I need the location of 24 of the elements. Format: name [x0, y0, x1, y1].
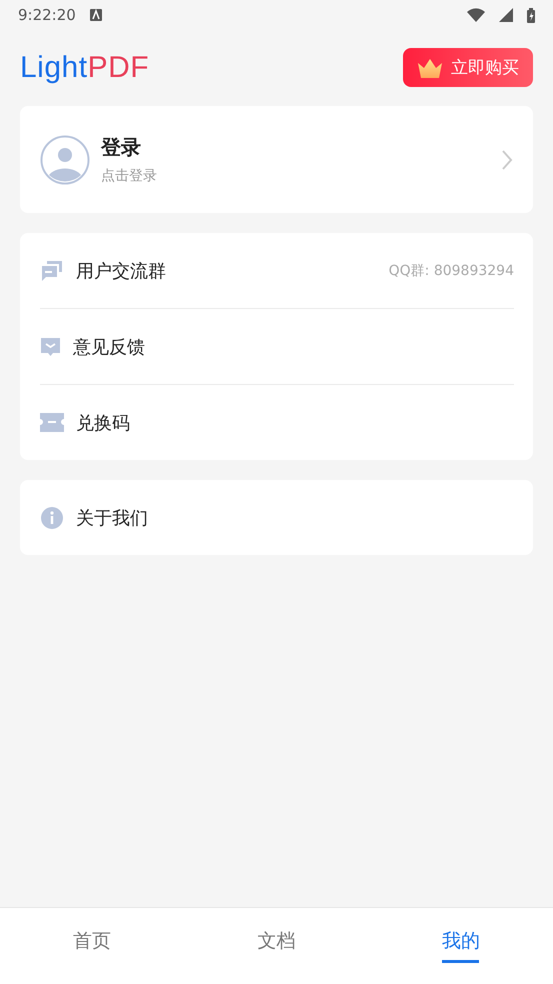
status-time: 9:22:20 — [18, 6, 76, 24]
app-logo: LightPDF — [20, 50, 150, 84]
wifi-icon — [467, 8, 485, 22]
avatar-icon — [40, 134, 90, 184]
ticket-icon — [40, 413, 64, 432]
login-subtitle: 点击登录 — [101, 167, 158, 185]
nav-tab[interactable]: 首页 — [0, 908, 184, 984]
qq-group-number: QQ群: 809893294 — [388, 262, 514, 280]
menu-item[interactable]: 兑换码 — [40, 385, 514, 460]
nav-tab[interactable]: 文档 — [184, 908, 369, 984]
login-title: 登录 — [101, 134, 142, 161]
login-card[interactable]: 登录 点击登录 — [20, 106, 533, 213]
crown-icon — [417, 58, 443, 78]
info-icon — [40, 506, 64, 530]
signal-icon — [499, 8, 513, 22]
menu-item[interactable]: 用户交流群 QQ群: 809893294 — [40, 233, 514, 309]
chevron-right-icon — [501, 148, 513, 170]
message-icon — [40, 336, 61, 357]
chat-icon — [40, 258, 64, 282]
menu-item[interactable]: 关于我们 — [40, 480, 514, 555]
keyboard-icon — [90, 9, 102, 21]
battery-icon — [527, 8, 535, 22]
menu-item[interactable]: 意见反馈 — [40, 309, 514, 385]
nav-tab[interactable]: 我的 — [368, 908, 553, 984]
